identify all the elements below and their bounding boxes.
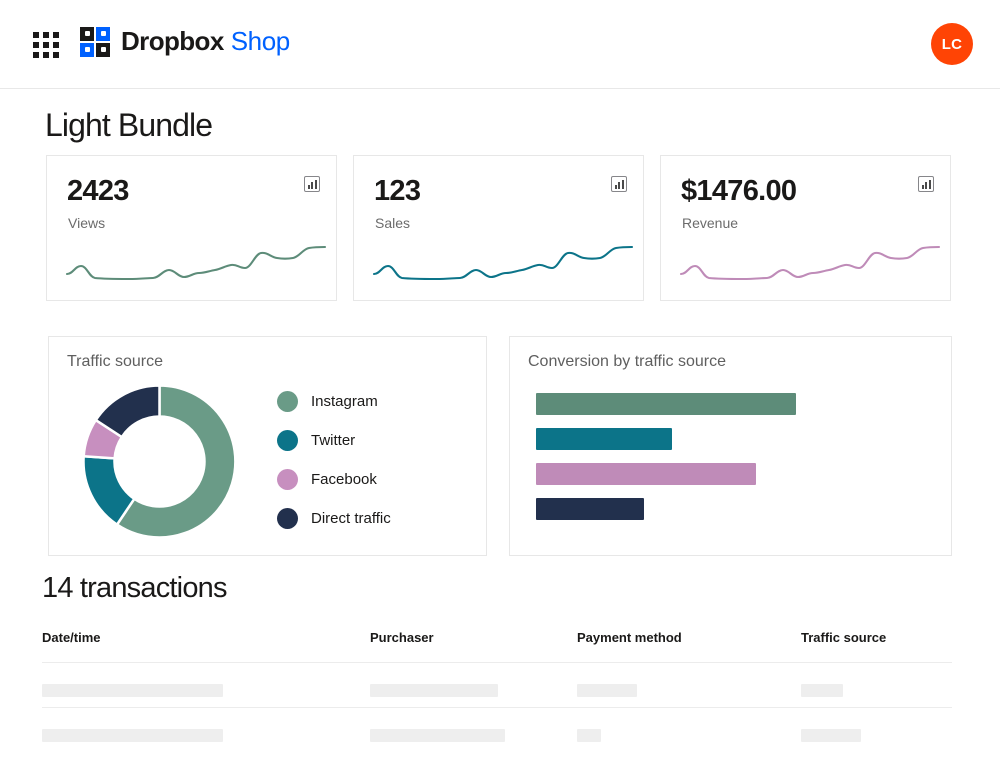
brand-sub: Shop bbox=[230, 26, 291, 56]
stat-label: Sales bbox=[375, 215, 411, 231]
skeleton-cell-traffic-source bbox=[801, 684, 843, 697]
donut-legend: Instagram Twitter Facebook Direct traffi… bbox=[277, 382, 391, 538]
legend-label: Instagram bbox=[311, 393, 378, 410]
bar-chart-icon[interactable] bbox=[918, 176, 934, 192]
stat-card-revenue[interactable]: $1476.00 Revenue bbox=[660, 155, 951, 301]
conversion-panel: Conversion by traffic source bbox=[509, 336, 952, 556]
bar-row-direct-traffic bbox=[536, 498, 796, 533]
sparkline-revenue bbox=[679, 245, 941, 281]
legend-color-swatch-direct-traffic bbox=[277, 508, 298, 529]
app-header: Dropbox Shop LC bbox=[0, 0, 1000, 89]
dropbox-shop-logo-icon bbox=[80, 26, 110, 57]
transactions-table: Date/time Purchaser Payment method Traff… bbox=[42, 630, 952, 752]
skeleton-cell-date-time bbox=[42, 729, 223, 742]
panel-title: Traffic source bbox=[67, 353, 164, 370]
table-row[interactable] bbox=[42, 707, 952, 752]
skeleton-cell-purchaser bbox=[370, 684, 498, 697]
bar-direct-traffic[interactable] bbox=[536, 498, 644, 520]
brand-name: Dropbox bbox=[121, 26, 224, 56]
legend-color-swatch-facebook bbox=[277, 469, 298, 490]
stat-value: 2423 bbox=[67, 175, 129, 207]
stat-label: Revenue bbox=[682, 215, 739, 231]
stat-card-row: 2423 Views 123 Sales $1476.00 Revenue bbox=[46, 155, 951, 301]
brand-logo[interactable]: Dropbox Shop bbox=[80, 26, 290, 57]
sparkline-sales bbox=[372, 245, 634, 281]
legend-label: Direct traffic bbox=[311, 510, 391, 527]
conversion-bar-chart bbox=[536, 393, 796, 533]
column-header-date-time[interactable]: Date/time bbox=[42, 630, 101, 645]
legend-item-instagram[interactable]: Instagram bbox=[277, 382, 391, 421]
transactions-title: 14 transactions bbox=[42, 572, 227, 604]
legend-item-facebook[interactable]: Facebook bbox=[277, 460, 391, 499]
column-header-payment-method[interactable]: Payment method bbox=[577, 630, 682, 645]
bar-facebook[interactable] bbox=[536, 463, 756, 485]
stat-label: Views bbox=[68, 215, 106, 231]
bar-instagram[interactable] bbox=[536, 393, 796, 415]
legend-label: Twitter bbox=[311, 432, 356, 449]
traffic-source-panel: Traffic source Instagram Twitter Faceboo… bbox=[48, 336, 487, 556]
legend-item-twitter[interactable]: Twitter bbox=[277, 421, 391, 460]
table-header-row: Date/time Purchaser Payment method Traff… bbox=[42, 630, 952, 662]
skeleton-cell-payment-method bbox=[577, 729, 601, 742]
skeleton-cell-purchaser bbox=[370, 729, 505, 742]
bar-row-instagram bbox=[536, 393, 796, 428]
skeleton-cell-traffic-source bbox=[801, 729, 861, 742]
legend-color-swatch-twitter bbox=[277, 430, 298, 451]
bar-row-facebook bbox=[536, 463, 796, 498]
legend-color-swatch-instagram bbox=[277, 391, 298, 412]
legend-item-direct-traffic[interactable]: Direct traffic bbox=[277, 499, 391, 538]
column-header-traffic-source[interactable]: Traffic source bbox=[801, 630, 886, 645]
stat-card-views[interactable]: 2423 Views bbox=[46, 155, 337, 301]
panel-title: Conversion by traffic source bbox=[528, 353, 727, 370]
bar-row-twitter bbox=[536, 428, 796, 463]
table-row[interactable] bbox=[42, 662, 952, 707]
bar-chart-icon[interactable] bbox=[304, 176, 320, 192]
column-header-purchaser[interactable]: Purchaser bbox=[370, 630, 434, 645]
bar-chart-icon[interactable] bbox=[611, 176, 627, 192]
bar-twitter[interactable] bbox=[536, 428, 672, 450]
page-title: Light Bundle bbox=[45, 107, 213, 143]
stat-value: $1476.00 bbox=[681, 175, 797, 207]
avatar[interactable]: LC bbox=[931, 23, 973, 65]
grid-apps-icon[interactable] bbox=[33, 32, 59, 58]
legend-label: Facebook bbox=[311, 471, 377, 488]
donut-chart bbox=[82, 384, 237, 539]
skeleton-cell-payment-method bbox=[577, 684, 637, 697]
sparkline-views bbox=[65, 245, 327, 281]
skeleton-cell-date-time bbox=[42, 684, 223, 697]
stat-card-sales[interactable]: 123 Sales bbox=[353, 155, 644, 301]
stat-value: 123 bbox=[374, 175, 421, 207]
